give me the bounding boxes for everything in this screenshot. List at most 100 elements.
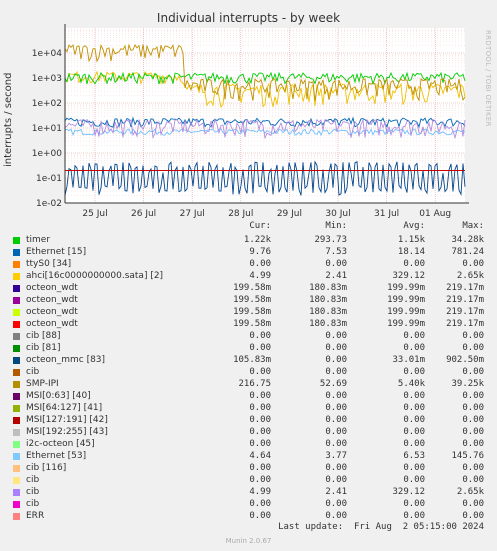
y-tick-label: 1e+04 [32, 49, 63, 59]
legend-series-name: Ethernet [53] [26, 451, 87, 461]
legend-max-value: 0.00 [462, 259, 484, 269]
legend-min-value: 0.00 [325, 331, 347, 341]
legend-max-value: 39.25k [451, 379, 484, 389]
legend-swatch [13, 321, 20, 328]
legend-swatch [13, 501, 20, 508]
legend-min-value: 0.00 [325, 355, 347, 365]
y-tick-label: 1e-01 [36, 174, 62, 184]
legend-cur-value: 0.00 [249, 415, 271, 425]
legend-swatch [13, 453, 20, 460]
legend-cur-value: 0.00 [249, 391, 271, 401]
legend-series-name: MSI[0:63] [40] [26, 391, 91, 401]
legend-cur-value: 0.00 [249, 499, 271, 509]
legend-max-value: 2.65k [456, 271, 484, 281]
legend-series-name: SMP-IPI [26, 379, 59, 389]
legend-row: cib 0.00 0.00 0.00 0.00 [0, 475, 497, 487]
legend-row: ttyS0 [34] 0.00 0.00 0.00 0.00 [0, 259, 497, 271]
legend-min-value: 0.00 [325, 499, 347, 509]
y-tick-label: 1e+00 [32, 149, 63, 159]
legend-row: cib 0.00 0.00 0.00 0.00 [0, 367, 497, 379]
legend-swatch [13, 489, 20, 496]
legend-header-max: Max: [462, 221, 484, 231]
x-tick-label: 30 Jul [325, 209, 350, 219]
legend-series-name: octeon_wdt [26, 283, 78, 293]
legend-min-value: 0.00 [325, 259, 347, 269]
legend-max-value: 0.00 [462, 343, 484, 353]
legend-max-value: 0.00 [462, 331, 484, 341]
legend-max-value: 219.17m [446, 283, 484, 293]
chart-plot: 1e+04 1e+03 1e+02 1e+01 1e+00 1e-01 1e-02 25 Ju… [32, 24, 469, 219]
legend-min-value: 2.41 [325, 487, 347, 497]
legend-swatch [13, 441, 20, 448]
legend-header-min: Min: [325, 221, 347, 231]
legend-swatch [13, 405, 20, 412]
legend-swatch [13, 261, 20, 268]
legend-cur-value: 4.99 [249, 271, 271, 281]
x-tick-label: 28 Jul [228, 209, 253, 219]
legend-max-value: 34.28k [451, 235, 484, 245]
legend-min-value: 0.00 [325, 463, 347, 473]
legend-min-value: 7.53 [325, 247, 347, 257]
legend-swatch [13, 237, 20, 244]
legend-cur-value: 199.58m [233, 319, 271, 329]
legend-row: MSI[0:63] [40] 0.00 0.00 0.00 0.00 [0, 391, 497, 403]
legend-series-name: cib [26, 475, 40, 485]
legend-series-name: cib [26, 487, 40, 497]
y-tick-label: 1e+01 [32, 124, 62, 134]
legend-row: MSI[127:191] [42] 0.00 0.00 0.00 0.00 [0, 415, 497, 427]
legend-row: timer 1.22k 293.73 1.15k 34.28k [0, 235, 497, 247]
y-tick-label: 1e+02 [32, 99, 62, 109]
legend-cur-value: 0.00 [249, 439, 271, 449]
x-tick-label: 27 Jul [180, 209, 205, 219]
legend-max-value: 0.00 [462, 475, 484, 485]
legend-min-value: 3.77 [325, 451, 347, 461]
legend-series-name: MSI[127:191] [42] [26, 415, 108, 425]
x-tick-label: 26 Jul [131, 209, 156, 219]
legend-max-value: 0.00 [462, 367, 484, 377]
legend-cur-value: 0.00 [249, 367, 271, 377]
legend-max-value: 0.00 [462, 463, 484, 473]
legend-series-name: octeon_wdt [26, 319, 78, 329]
legend-row: octeon_wdt 199.58m 180.83m 199.99m 219.17m [0, 283, 497, 295]
x-tick-label: 01 Aug [419, 209, 451, 219]
legend-swatch [13, 369, 20, 376]
legend-min-value: 0.00 [325, 427, 347, 437]
legend-min-value: 293.73 [314, 235, 347, 245]
legend-min-value: 180.83m [309, 295, 347, 305]
legend-cur-value: 105.83m [233, 355, 271, 365]
legend-max-value: 219.17m [446, 307, 484, 317]
legend-min-value: 180.83m [309, 319, 347, 329]
legend-swatch [13, 309, 20, 316]
legend-cur-value: 9.76 [249, 247, 271, 257]
legend-max-value: 2.65k [456, 487, 484, 497]
legend-series-name: cib [88] [26, 331, 61, 341]
legend-swatch [13, 465, 20, 472]
legend-series-name: octeon_wdt [26, 295, 78, 305]
legend-swatch [13, 393, 20, 400]
legend-row: cib [88] 0.00 0.00 0.00 0.00 [0, 331, 497, 343]
y-tick-label: 1e+03 [32, 74, 62, 84]
legend-row: MSI[64:127] [41] 0.00 0.00 0.00 0.00 [0, 403, 497, 415]
legend-min-value: 0.00 [325, 391, 347, 401]
legend-max-value: 902.50m [446, 355, 484, 365]
legend-row: octeon_wdt 199.58m 180.83m 199.99m 219.17m [0, 295, 497, 307]
legend-row: MSI[192:255] [43] 0.00 0.00 0.00 0.00 [0, 427, 497, 439]
legend-header-cur: Cur: [249, 221, 271, 231]
legend-series-name: ahci[16c0000000000.sata] [2] [26, 271, 164, 281]
legend-cur-value: 0.00 [249, 475, 271, 485]
legend-series-name: MSI[64:127] [41] [26, 403, 103, 413]
legend-row: Ethernet [53] 4.64 3.77 6.53 145.76 [0, 451, 497, 463]
legend-row: i2c-octeon [45] 0.00 0.00 0.00 0.00 [0, 439, 497, 451]
legend-series-name: cib [26, 367, 40, 377]
legend-max-value: 0.00 [462, 403, 484, 413]
legend-series-name: cib [81] [26, 343, 61, 353]
legend-min-value: 2.41 [325, 271, 347, 281]
legend-row: cib 0.00 0.00 0.00 0.00 [0, 499, 497, 511]
legend-row: SMP-IPI 216.75 52.69 5.40k 39.25k [0, 379, 497, 391]
legend-row: cib [116] 0.00 0.00 0.00 0.00 [0, 463, 497, 475]
legend-swatch [13, 429, 20, 436]
legend-swatch [13, 417, 20, 424]
legend-swatch [13, 297, 20, 304]
legend-series-name: Ethernet [15] [26, 247, 87, 257]
legend-swatch [13, 333, 20, 340]
